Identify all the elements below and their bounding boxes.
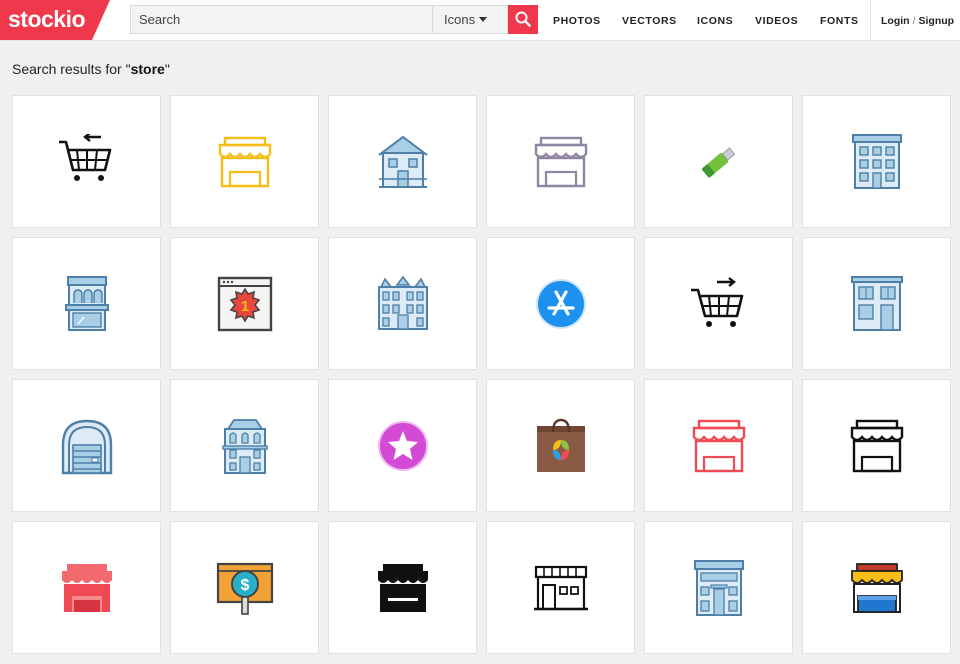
usb-drive-icon — [701, 146, 735, 177]
search-box: Icons — [130, 5, 508, 34]
result-tile[interactable] — [486, 95, 635, 228]
login-link[interactable]: Login — [881, 15, 910, 27]
result-tile[interactable] — [328, 521, 477, 654]
nav-divider — [870, 0, 871, 40]
warehouse-icon — [61, 419, 112, 474]
apartment-building-icon — [851, 133, 902, 189]
mansion-icon — [377, 275, 428, 330]
result-tile[interactable] — [802, 379, 951, 512]
cart-forward-icon — [690, 276, 743, 327]
shop-outline-icon — [533, 565, 588, 610]
signup-link[interactable]: Signup — [919, 15, 955, 27]
svg-text:$: $ — [240, 577, 249, 594]
house-icon — [377, 135, 428, 188]
filled-store-red-icon — [61, 563, 112, 612]
dollar-search-icon: $ — [216, 562, 273, 615]
nav-fonts[interactable]: FONTS — [820, 15, 859, 27]
result-tile[interactable] — [170, 95, 319, 228]
logo-text: stockio — [8, 6, 86, 32]
result-tile[interactable] — [644, 95, 793, 228]
login-signup: Login / Signup — [881, 15, 954, 27]
shop-front-blue-icon — [64, 275, 109, 331]
result-tile[interactable] — [12, 521, 161, 654]
result-tile[interactable] — [644, 379, 793, 512]
shop-building-blue-icon — [693, 559, 744, 616]
townhouse-icon — [221, 418, 268, 474]
result-tile[interactable] — [644, 237, 793, 370]
result-tile[interactable]: $ — [170, 521, 319, 654]
nav-videos[interactable]: VIDEOS — [755, 15, 798, 27]
result-tile[interactable] — [802, 237, 951, 370]
awning-store-purple-icon — [534, 136, 587, 187]
result-tile[interactable] — [644, 521, 793, 654]
result-tile[interactable] — [328, 95, 477, 228]
results-query: store — [130, 61, 165, 77]
result-tile[interactable] — [802, 95, 951, 228]
svg-text:1: 1 — [240, 298, 248, 315]
search-icon — [515, 11, 531, 27]
number-one-badge-icon: 1 — [217, 276, 272, 331]
star-badge-icon — [377, 420, 428, 471]
icon-grid: 1 $ — [12, 95, 951, 654]
chevron-down-icon — [479, 17, 487, 22]
result-tile[interactable] — [12, 379, 161, 512]
results-prefix: Search results for " — [12, 61, 131, 77]
result-tile[interactable]: 1 — [170, 237, 319, 370]
result-tile[interactable] — [486, 237, 635, 370]
awning-store-yellow-icon — [218, 136, 271, 187]
login-separator: / — [912, 15, 916, 27]
type-dropdown-label: Icons — [444, 12, 476, 27]
store-building-icon — [850, 275, 903, 331]
search-button[interactable] — [508, 5, 538, 34]
nav-vectors[interactable]: VECTORS — [622, 15, 677, 27]
result-tile[interactable] — [486, 521, 635, 654]
result-tile[interactable] — [802, 521, 951, 654]
result-tile[interactable] — [328, 379, 477, 512]
nav-icons[interactable]: ICONS — [697, 15, 733, 27]
top-bar: stockio Icons PHOTOS VECTORS ICONS VIDEO… — [0, 0, 960, 41]
app-store-icon — [535, 278, 586, 329]
result-tile[interactable] — [170, 379, 319, 512]
shopping-bag-icon — [536, 418, 585, 472]
result-tile[interactable] — [328, 237, 477, 370]
filled-store-black-icon — [377, 563, 428, 612]
results-title: Search results for "store" — [12, 61, 170, 77]
result-tile[interactable] — [12, 237, 161, 370]
cart-return-icon — [58, 133, 111, 181]
type-dropdown[interactable]: Icons — [432, 6, 508, 33]
result-tile[interactable] — [12, 95, 161, 228]
results-suffix: " — [164, 61, 170, 77]
awning-store-color-icon — [850, 562, 903, 613]
logo[interactable]: stockio — [0, 0, 110, 40]
result-tile[interactable] — [486, 379, 635, 512]
awning-store-black-icon — [850, 419, 903, 472]
search-input[interactable] — [131, 6, 431, 33]
nav-photos[interactable]: PHOTOS — [553, 15, 601, 27]
awning-store-red-icon — [692, 419, 745, 472]
